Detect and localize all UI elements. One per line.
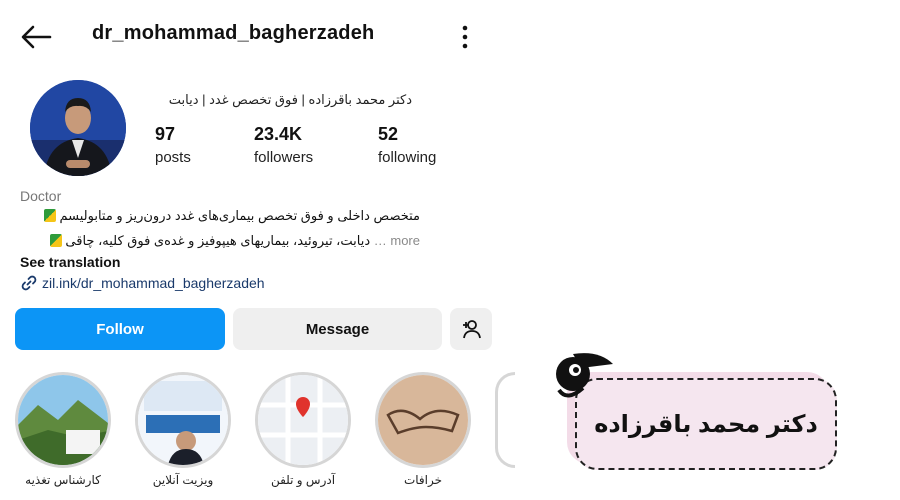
highlight-label: خرافات [403,473,443,487]
message-button[interactable]: Message [233,308,442,350]
follow-button[interactable]: Follow [15,308,225,350]
stat-followers[interactable]: 23.4K followers [254,124,313,166]
bio-line-2-text: دیابت، تیروئید، بیماریهای هیپوفیز و غده‌… [65,233,371,248]
highlight-label: کارشناس تغذیه [25,473,101,487]
profile-full-name: دکتر محمد باقرزاده | فوق تخصص غدد | دیاب… [168,92,412,107]
profile-username: dr_mohammad_bagherzadeh [92,22,375,44]
back-arrow-icon[interactable] [20,24,52,50]
highlight-cover-image [138,375,228,465]
beginner-leaf-icon [49,234,62,247]
more-link[interactable]: more … [374,233,420,248]
highlight-address-phone[interactable] [255,372,351,468]
stat-followers-label: followers [254,149,314,166]
stat-posts[interactable]: 97 posts [155,124,191,166]
profile-link-text: zil.ink/dr_mohammad_bagherzadeh [42,275,265,291]
link-icon [21,275,37,291]
more-options-icon[interactable] [455,24,475,50]
stat-posts-value: 97 [155,124,176,144]
bio-line-1-text: متخصص داخلی و فوق تخصص بیماری‌های غدد در… [59,208,421,223]
see-translation-link[interactable]: See translation [20,254,120,270]
add-user-icon [463,320,481,339]
suggested-users-button[interactable] [450,308,492,350]
highlight-myths[interactable] [375,372,471,468]
profile-category: Doctor [20,188,62,204]
highlight-label: ویزیت آنلاین [152,473,214,487]
highlight-cover-image [258,375,348,465]
stat-following-value: 52 [378,124,399,144]
highlight-label: آدرس و تلفن [270,473,336,487]
highlight-cover-image [18,375,108,465]
beginner-leaf-icon [43,209,56,222]
avatar[interactable] [30,80,126,176]
bio-line-1: متخصص داخلی و فوق تخصص بیماری‌های غدد در… [20,208,420,224]
stat-followers-value: 23.4K [254,124,303,144]
stat-posts-label: posts [155,149,191,166]
highlight-nutritionist[interactable] [15,372,111,468]
highlight-online-visit[interactable] [135,372,231,468]
stat-following-label: following [378,149,437,166]
stat-following[interactable]: 52 following [378,124,436,166]
highlight-partial[interactable] [495,372,515,468]
profile-link[interactable]: zil.ink/dr_mohammad_bagherzadeh [20,274,265,292]
highlight-cover-image [378,375,468,465]
toucan-icon [556,353,613,398]
bio-line-2: more … دیابت، تیروئید، بیماریهای هیپوفیز… [20,233,420,249]
